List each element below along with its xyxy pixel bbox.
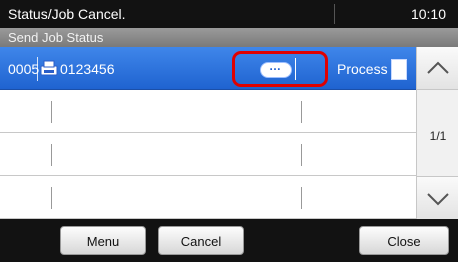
empty-row[interactable] — [0, 133, 416, 176]
row-divider-right — [301, 187, 302, 209]
detail-divider — [295, 58, 296, 80]
row-divider-left — [51, 187, 52, 209]
cancel-button[interactable]: Cancel — [158, 226, 244, 255]
job-status: Process — [337, 61, 388, 77]
title-bar: Status/Job Cancel. 10:10 — [0, 0, 458, 28]
row-divider-left — [51, 144, 52, 166]
close-button[interactable]: Close — [359, 226, 449, 255]
row-divider-right — [301, 101, 302, 123]
job-row[interactable]: 0005 0123456 … Process — [0, 47, 416, 90]
row-divider-right — [301, 144, 302, 166]
clock: 10:10 — [410, 6, 446, 22]
scroll-panel: 1/1 — [416, 47, 458, 219]
title-separator — [334, 4, 335, 24]
document-icon — [391, 59, 407, 80]
screen-title: Status/Job Cancel. — [8, 6, 126, 22]
detail-pill: … — [260, 59, 292, 78]
job-destination: 0123456 — [60, 61, 115, 77]
job-divider — [37, 57, 38, 81]
scroll-up-button[interactable] — [417, 47, 458, 90]
empty-row[interactable] — [0, 176, 416, 219]
fax-send-icon — [40, 60, 58, 76]
menu-button[interactable]: Menu — [60, 226, 146, 255]
scroll-down-button[interactable] — [417, 176, 458, 219]
subheader-label: Send Job Status — [8, 30, 104, 45]
row-divider-left — [51, 101, 52, 123]
ellipsis-icon: … — [269, 59, 281, 73]
footer-bar: Menu Cancel Close — [0, 219, 458, 262]
chevron-down-icon — [427, 193, 449, 206]
job-number: 0005 — [8, 61, 40, 77]
empty-row[interactable] — [0, 90, 416, 133]
subheader: Send Job Status — [0, 28, 458, 47]
chevron-up-icon — [427, 61, 449, 74]
detail-button[interactable]: … — [232, 51, 328, 87]
job-list: 0005 0123456 … Process — [0, 47, 416, 219]
page-indicator: 1/1 — [429, 129, 447, 143]
